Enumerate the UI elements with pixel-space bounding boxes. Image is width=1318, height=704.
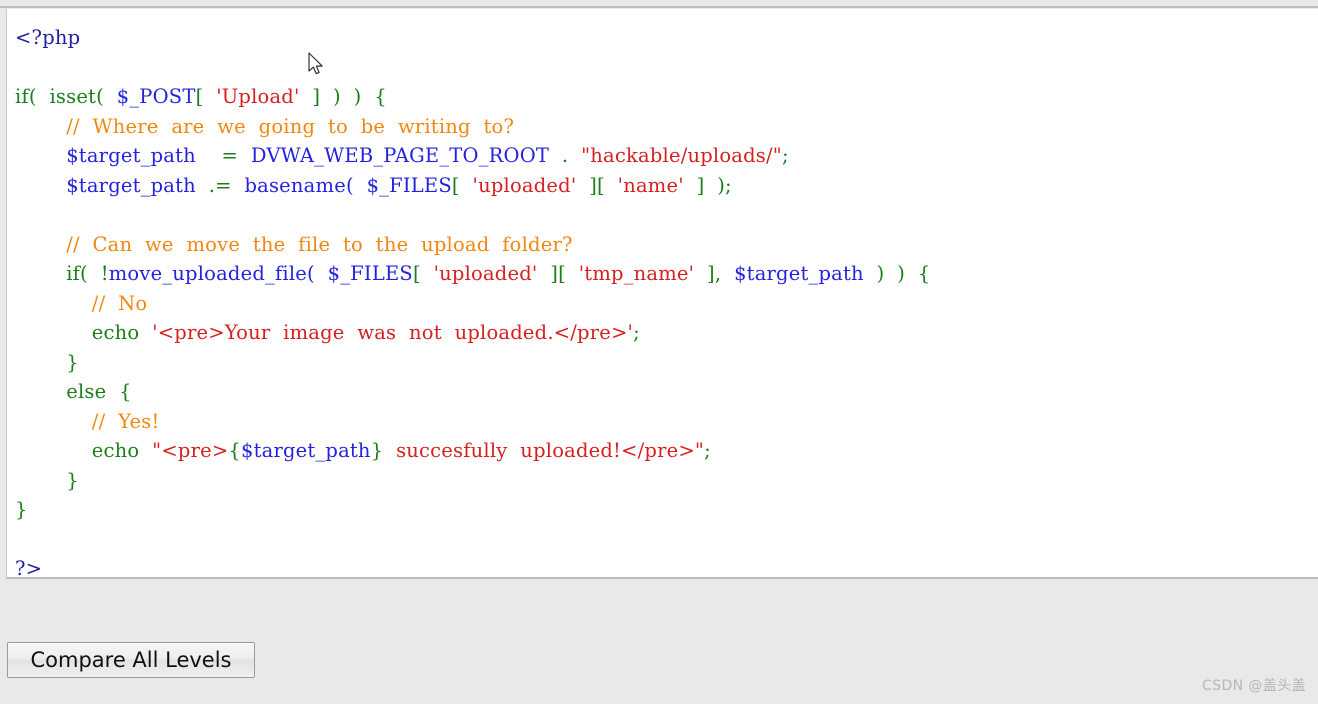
keyword-if: if( [66, 262, 88, 285]
string-uploaded: 'uploaded' [433, 262, 538, 285]
bracket-open: [ [451, 173, 460, 197]
interp-brace-open: { [228, 439, 241, 462]
top-grey-strip [0, 0, 1318, 8]
function-basename: basename( [244, 173, 354, 197]
bracket-close: ] [696, 173, 705, 197]
panel-bottom-border [6, 577, 1318, 579]
operator-not: ! [100, 262, 109, 285]
compare-all-levels-button[interactable]: Compare All Levels [7, 642, 255, 678]
variable-target-path: $target_path [66, 173, 196, 197]
semicolon: ; [704, 439, 711, 462]
brace-close: } [15, 498, 28, 521]
keyword-if: if( [15, 85, 37, 108]
bracket-open: [ [195, 85, 204, 108]
string-success-close: succesfully uploaded!</pre>" [383, 439, 705, 462]
brace-open: { [917, 262, 931, 285]
php-source-code: <?php if( isset( $_POST[ 'Upload' ] ) ) … [15, 23, 931, 578]
string-name: 'name' [617, 173, 684, 197]
brace-open: { [119, 380, 132, 403]
comment-no: // No [91, 291, 148, 315]
bracket-close: ] [312, 85, 321, 108]
variable-target-path: $target_path [734, 262, 864, 285]
csdn-watermark: CSDN @盖头盖 [1202, 678, 1306, 694]
string-uploaded: 'uploaded' [472, 173, 577, 197]
variable-target-path: $target_path [240, 439, 371, 462]
interp-brace-close: } [370, 439, 384, 462]
operator-concat: . [561, 144, 569, 167]
string-upload: 'Upload' [216, 85, 300, 108]
paren-close: ) [332, 85, 341, 108]
operator-concat-assign: .= [208, 173, 232, 197]
semicolon: ; [781, 144, 789, 167]
string-success-open: "<pre> [152, 439, 229, 462]
bracket-close: ] [707, 262, 715, 285]
comma: , [714, 262, 722, 285]
bracket-open: [ [597, 173, 605, 197]
keyword-echo: echo [91, 439, 140, 462]
paren-close: ) [897, 262, 906, 285]
comment-where-writing: // Where are we going to be writing to? [66, 114, 515, 138]
bracket-close: ] [550, 262, 559, 285]
comment-can-we-move: // Can we move the file to the upload fo… [66, 232, 573, 256]
brace-open: { [374, 85, 387, 108]
php-close-tag: ?> [15, 557, 43, 578]
variable-files: $_FILES [366, 173, 452, 197]
function-move-uploaded-file: move_uploaded_file( [108, 262, 315, 285]
brace-close: } [66, 468, 79, 492]
source-code-scroll-area[interactable]: <?php if( isset( $_POST[ 'Upload' ] ) ) … [7, 9, 931, 578]
comment-yes: // Yes! [91, 409, 160, 433]
string-tmp-name: 'tmp_name' [578, 262, 695, 285]
paren-close: ) [353, 85, 362, 108]
bracket-open: [ [412, 262, 421, 285]
function-isset: isset( [49, 85, 104, 108]
keyword-echo: echo [91, 321, 140, 344]
keyword-else: else [66, 380, 107, 403]
string-uploads-dir: "hackable/uploads/" [581, 144, 782, 167]
semicolon: ; [725, 173, 732, 197]
semicolon: ; [633, 321, 640, 344]
paren-close: ) [717, 173, 726, 197]
bracket-open: [ [558, 262, 566, 285]
source-code-panel: <?php if( isset( $_POST[ 'Upload' ] ) ) … [6, 9, 1318, 578]
bracket-close: ] [589, 173, 598, 197]
variable-target-path: $target_path [66, 144, 196, 167]
brace-close: } [66, 350, 79, 374]
string-fail-message: '<pre>Your image was not uploaded.</pre>… [152, 321, 634, 344]
operator-assign: = [221, 144, 239, 167]
php-open-tag: <?php [15, 26, 81, 49]
constant-dvwa-root: DVWA_WEB_PAGE_TO_ROOT [250, 144, 550, 167]
variable-files: $_FILES [327, 262, 413, 285]
variable-post: $_POST [116, 85, 196, 108]
paren-close: ) [876, 262, 885, 285]
